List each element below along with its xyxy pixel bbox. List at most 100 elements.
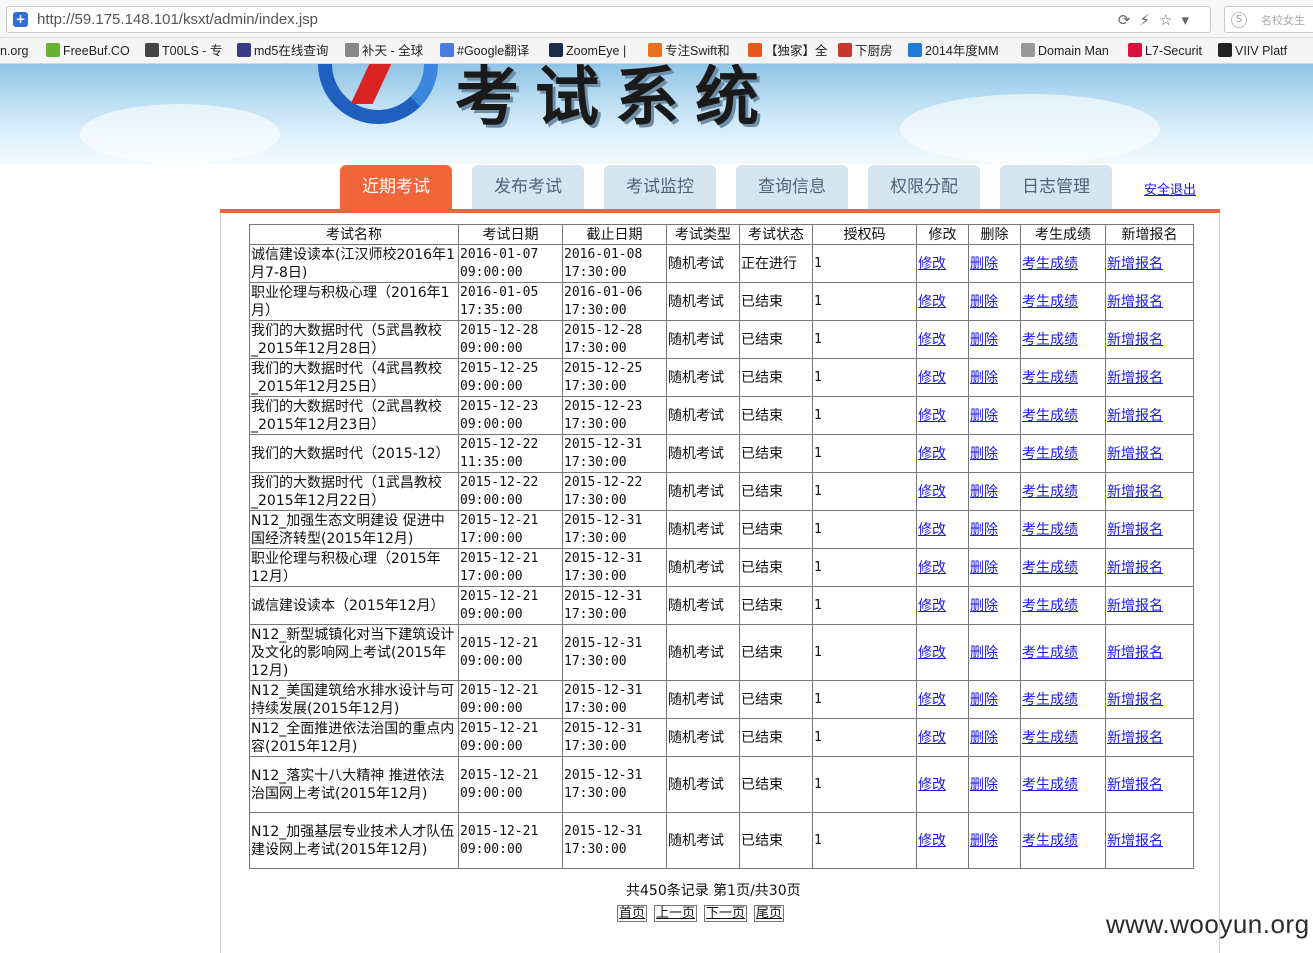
tab-recent-exams[interactable]: 近期考试 (340, 165, 452, 210)
add-registration-link[interactable]: 新增报名 (1107, 370, 1163, 386)
star-icon[interactable]: ☆ (1159, 11, 1181, 29)
tab-exam-monitor[interactable]: 考试监控 (604, 165, 716, 210)
edit-link[interactable]: 修改 (918, 484, 946, 500)
edit-link[interactable]: 修改 (918, 833, 946, 849)
tab-publish-exam[interactable]: 发布考试 (472, 165, 584, 210)
bookmark-item[interactable]: L7-Securit (1128, 41, 1202, 61)
scores-link[interactable]: 考生成绩 (1022, 370, 1078, 386)
scores-link[interactable]: 考生成绩 (1022, 645, 1078, 661)
table-row: N12_落实十八大精神 推进依法治国网上考试(2015年12月) 2015-12-… (249, 756, 1194, 813)
exam-type-cell: 随机考试 (666, 680, 740, 719)
edit-link[interactable]: 修改 (918, 560, 946, 576)
edit-link[interactable]: 修改 (918, 370, 946, 386)
delete-link[interactable]: 删除 (970, 446, 998, 462)
add-registration-link[interactable]: 新增报名 (1107, 645, 1163, 661)
lightning-icon[interactable]: ⚡ (1139, 11, 1159, 29)
edit-link[interactable]: 修改 (918, 446, 946, 462)
scores-link[interactable]: 考生成绩 (1022, 692, 1078, 708)
delete-link[interactable]: 删除 (970, 833, 998, 849)
prev-page-link[interactable]: 上一页 (654, 905, 698, 922)
delete-link[interactable]: 删除 (970, 332, 998, 348)
add-registration-link[interactable]: 新增报名 (1107, 560, 1163, 576)
delete-link[interactable]: 删除 (970, 730, 998, 746)
tab-permissions[interactable]: 权限分配 (868, 165, 980, 210)
scores-link[interactable]: 考生成绩 (1022, 833, 1078, 849)
edit-link[interactable]: 修改 (918, 522, 946, 538)
scores-link[interactable]: 考生成绩 (1022, 560, 1078, 576)
tab-query-info[interactable]: 查询信息 (736, 165, 848, 210)
bookmark-item[interactable]: 补天 - 全球 (345, 41, 423, 61)
bookmark-item[interactable]: FreeBuf.CO (46, 41, 130, 61)
bookmark-item[interactable]: 【独家】全 (748, 41, 828, 61)
bookmark-item[interactable]: 下厨房 (838, 41, 893, 61)
delete-link[interactable]: 删除 (970, 645, 998, 661)
delete-link[interactable]: 删除 (970, 370, 998, 386)
auth-code-cell: 1 (812, 548, 917, 587)
edit-link[interactable]: 修改 (918, 598, 946, 614)
scores-link[interactable]: 考生成绩 (1022, 777, 1078, 793)
delete-link[interactable]: 删除 (970, 408, 998, 424)
scores-link[interactable]: 考生成绩 (1022, 294, 1078, 310)
add-registration-link[interactable]: 新增报名 (1107, 598, 1163, 614)
url-field[interactable]: + http://59.175.148.101/ksxt/admin/index… (6, 6, 1211, 33)
edit-link[interactable]: 修改 (918, 332, 946, 348)
bookmark-item[interactable]: ZoomEye | (549, 41, 626, 61)
exam-end-cell: 2015-12-31 17:30:00 (562, 586, 667, 625)
scores-link[interactable]: 考生成绩 (1022, 598, 1078, 614)
edit-link[interactable]: 修改 (918, 408, 946, 424)
scores-link[interactable]: 考生成绩 (1022, 522, 1078, 538)
edit-link[interactable]: 修改 (918, 256, 946, 272)
logout-link[interactable]: 安全退出 (1144, 179, 1196, 198)
exam-status-cell: 已结束 (739, 282, 813, 321)
bookmark-item[interactable]: md5在线查询 (237, 41, 328, 61)
refresh-icon[interactable]: ⟳ (1118, 11, 1140, 29)
scores-link[interactable]: 考生成绩 (1022, 484, 1078, 500)
last-page-link[interactable]: 尾页 (754, 905, 785, 922)
grid-icon (237, 43, 251, 57)
delete-link[interactable]: 删除 (970, 692, 998, 708)
add-registration-link[interactable]: 新增报名 (1107, 256, 1163, 272)
side-search-box[interactable]: S 名校女生 (1224, 6, 1313, 33)
add-registration-link[interactable]: 新增报名 (1107, 484, 1163, 500)
delete-link[interactable]: 删除 (970, 484, 998, 500)
delete-link[interactable]: 删除 (970, 522, 998, 538)
delete-link[interactable]: 删除 (970, 598, 998, 614)
bookmark-item[interactable]: #Google翻译 (440, 41, 529, 61)
delete-link[interactable]: 删除 (970, 777, 998, 793)
bookmark-item[interactable]: Domain Man (1021, 41, 1109, 61)
add-registration-link[interactable]: 新增报名 (1107, 730, 1163, 746)
scores-link[interactable]: 考生成绩 (1022, 408, 1078, 424)
edit-link[interactable]: 修改 (918, 645, 946, 661)
delete-link[interactable]: 删除 (970, 560, 998, 576)
scores-link[interactable]: 考生成绩 (1022, 256, 1078, 272)
add-registration-link[interactable]: 新增报名 (1107, 408, 1163, 424)
add-registration-link[interactable]: 新增报名 (1107, 777, 1163, 793)
scores-link[interactable]: 考生成绩 (1022, 446, 1078, 462)
table-row: N12_美国建筑给水排水设计与可持续发展(2015年12月) 2015-12-21… (249, 680, 1194, 719)
bookmark-item[interactable]: 2014年度MM (908, 41, 999, 61)
delete-link[interactable]: 删除 (970, 256, 998, 272)
first-page-link[interactable]: 首页 (617, 905, 648, 922)
next-page-link[interactable]: 下一页 (704, 905, 748, 922)
bookmark-item[interactable]: 专注Swift和 (648, 41, 730, 61)
add-registration-link[interactable]: 新增报名 (1107, 294, 1163, 310)
add-registration-link[interactable]: 新增报名 (1107, 446, 1163, 462)
edit-link[interactable]: 修改 (918, 692, 946, 708)
exam-name-cell: 我们的大数据时代（2015-12） (249, 434, 459, 473)
edit-link[interactable]: 修改 (918, 777, 946, 793)
delete-link[interactable]: 删除 (970, 294, 998, 310)
bookmark-item[interactable]: VIIV Platf (1218, 41, 1287, 61)
edit-link[interactable]: 修改 (918, 294, 946, 310)
add-registration-link[interactable]: 新增报名 (1107, 332, 1163, 348)
scores-link[interactable]: 考生成绩 (1022, 332, 1078, 348)
edit-link[interactable]: 修改 (918, 730, 946, 746)
add-registration-link[interactable]: 新增报名 (1107, 522, 1163, 538)
bookmark-item[interactable]: T00LS - 专 (145, 41, 222, 61)
scores-link[interactable]: 考生成绩 (1022, 730, 1078, 746)
exam-start-cell: 2015-12-21 17:00:00 (458, 548, 563, 587)
add-registration-link[interactable]: 新增报名 (1107, 692, 1163, 708)
chevron-down-icon[interactable]: ▾ (1181, 11, 1198, 29)
bookmark-item[interactable]: n.org (0, 41, 29, 61)
tab-log-management[interactable]: 日志管理 (1000, 165, 1112, 210)
add-registration-link[interactable]: 新增报名 (1107, 833, 1163, 849)
